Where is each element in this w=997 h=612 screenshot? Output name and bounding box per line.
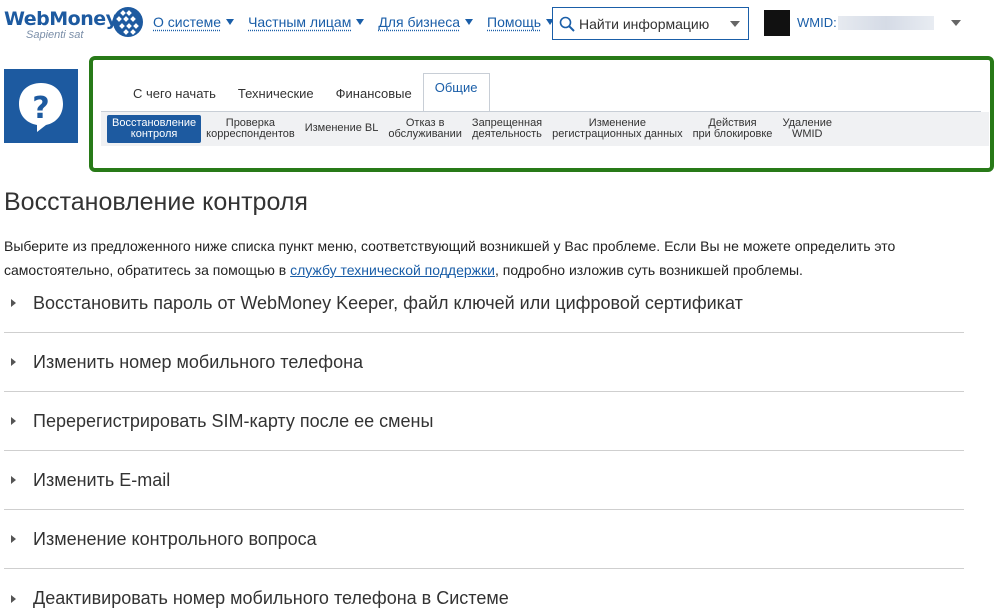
list-item[interactable]: Восстановить пароль от WebMoney Keeper, … [4, 274, 964, 333]
chevron-down-icon [356, 19, 365, 25]
account-dropdown-icon[interactable] [951, 20, 961, 26]
nav-individuals-label: Частным лицам [248, 14, 352, 30]
logo-text: WebMoney [4, 8, 118, 30]
tab-getting-started[interactable]: С чего начать [122, 80, 227, 112]
list-item-label: Изменить номер мобильного телефона [33, 351, 364, 372]
subnav-blocking-actions[interactable]: Действия при блокировке [688, 115, 778, 143]
nav-help-label: Помощь [487, 14, 542, 30]
nav-business[interactable]: Для бизнеса [378, 14, 474, 30]
webmoney-logo[interactable]: WebMoney Sapienti sat [4, 6, 144, 42]
svg-text:?: ? [32, 91, 49, 126]
list-item[interactable]: Изменить E-mail [4, 451, 964, 510]
search-dropdown-icon[interactable] [730, 21, 740, 27]
subnav-service-refusal[interactable]: Отказ в обслуживании [383, 115, 467, 143]
nav-about-label: О системе [153, 14, 222, 30]
problem-list: Восстановить пароль от WebMoney Keeper, … [4, 274, 964, 612]
expand-arrow-icon [11, 299, 16, 307]
list-item-label: Восстановить пароль от WebMoney Keeper, … [33, 292, 743, 313]
wmid-label[interactable]: WMID: [797, 15, 837, 30]
list-item[interactable]: Деактивировать номер мобильного телефона… [4, 569, 964, 612]
subnav-restore-control[interactable]: Восстановление контроля [107, 115, 202, 143]
list-item-label: Изменение контрольного вопроса [33, 528, 317, 549]
chevron-down-icon [465, 19, 474, 25]
list-item[interactable]: Изменение контрольного вопроса [4, 510, 964, 569]
nav-individuals[interactable]: Частным лицам [248, 14, 365, 30]
expand-arrow-icon [11, 417, 16, 425]
help-question-icon: ? [4, 69, 78, 143]
help-section-navigation: С чего начать Технические Финансовые Общ… [89, 56, 994, 172]
search-box [552, 7, 749, 40]
subnav-change-registration[interactable]: Изменение регистрационных данных [547, 115, 687, 143]
list-item-label: Изменить E-mail [33, 469, 171, 490]
chevron-down-icon [226, 19, 235, 25]
nav-about[interactable]: О системе [153, 14, 235, 30]
avatar[interactable] [764, 10, 790, 36]
tab-technical[interactable]: Технические [227, 80, 325, 112]
subnav-change-bl[interactable]: Изменение BL [300, 115, 384, 137]
subnav-prohibited-activity[interactable]: Запрещенная деятельность [467, 115, 547, 143]
top-navigation: О системе Частным лицам Для бизнеса Помо… [153, 14, 555, 30]
nav-help[interactable]: Помощь [487, 14, 555, 30]
list-item[interactable]: Перерегистрировать SIM-карту после ее см… [4, 392, 964, 451]
globe-icon [113, 7, 143, 37]
tab-general[interactable]: Общие [422, 73, 490, 113]
category-tabs: С чего начать Технические Финансовые Общ… [122, 72, 490, 113]
list-item[interactable]: Изменить номер мобильного телефона [4, 333, 964, 392]
subnav-check-correspondents[interactable]: Проверка корреспондентов [201, 115, 300, 143]
search-icon [559, 16, 575, 32]
wmid-value-obscured [838, 16, 934, 30]
list-item-label: Деактивировать номер мобильного телефона… [33, 588, 509, 608]
subcategory-bar: Восстановление контроля Проверка корресп… [101, 112, 989, 146]
expand-arrow-icon [11, 535, 16, 543]
subnav-delete-wmid[interactable]: Удаление WMID [777, 115, 837, 143]
logo-tagline: Sapienti sat [26, 29, 84, 41]
tab-financial[interactable]: Финансовые [325, 80, 423, 112]
list-item-label: Перерегистрировать SIM-карту после ее см… [33, 410, 434, 431]
expand-arrow-icon [11, 476, 16, 484]
search-input[interactable] [579, 15, 724, 32]
nav-business-label: Для бизнеса [378, 14, 461, 30]
expand-arrow-icon [11, 358, 16, 366]
page-title: Восстановление контроля [4, 188, 308, 216]
expand-arrow-icon [11, 594, 16, 603]
